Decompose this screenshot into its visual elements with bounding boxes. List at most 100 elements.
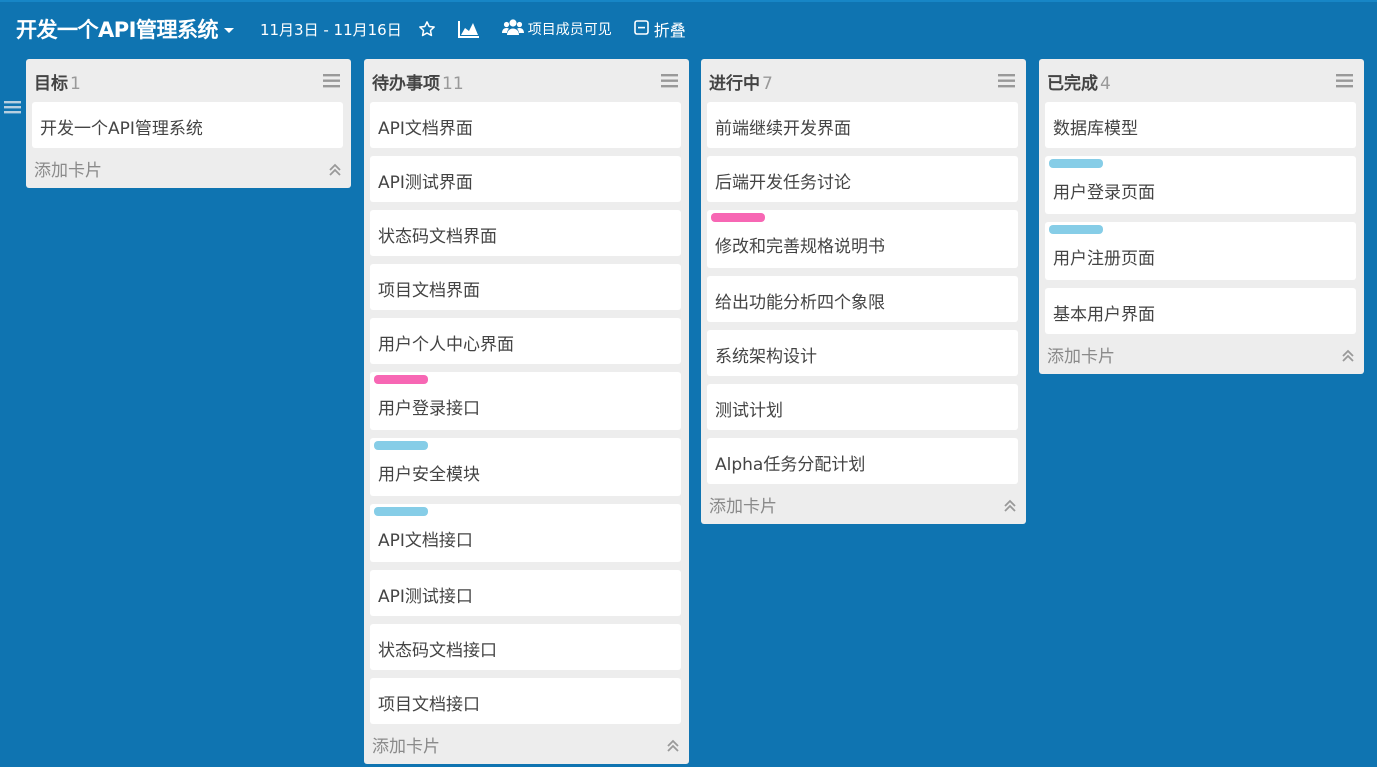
card-title: 系统架构设计	[715, 347, 817, 367]
card-title: 状态码文档接口	[378, 641, 497, 661]
card-title: 修改和完善规格说明书	[715, 237, 885, 257]
card-title: 状态码文档界面	[378, 227, 497, 247]
list-menu-icon[interactable]	[1336, 73, 1353, 92]
card-title: 项目文档界面	[378, 281, 480, 301]
card[interactable]: 系统架构设计	[707, 330, 1018, 376]
chevrons-up-icon[interactable]	[328, 162, 342, 181]
list-header: 进行中 7	[701, 59, 1026, 99]
users-icon	[501, 18, 524, 40]
list-header: 目标 1	[26, 59, 351, 99]
card-title: 给出功能分析四个象限	[715, 293, 885, 313]
list-footer: 添加卡片	[701, 492, 1026, 524]
card[interactable]: Alpha任务分配计划	[707, 438, 1018, 484]
collapse-button[interactable]: 折叠	[633, 17, 686, 41]
list-count: 7	[762, 74, 773, 94]
list-menu-icon[interactable]	[323, 73, 340, 92]
card-title: 用户登录页面	[1053, 183, 1155, 203]
card-label-blue	[1049, 159, 1103, 168]
chevrons-up-icon[interactable]	[666, 738, 680, 757]
list-header: 待办事项 11	[364, 59, 689, 99]
card[interactable]: 用户个人中心界面	[370, 318, 681, 364]
list-title: 进行中 7	[709, 74, 773, 94]
board-title: 开发一个API管理系统	[16, 18, 218, 42]
add-card-button[interactable]: 添加卡片	[1047, 342, 1115, 367]
card[interactable]: 数据库模型	[1045, 102, 1356, 148]
card-title: Alpha任务分配计划	[715, 455, 866, 475]
card-title: 用户注册页面	[1053, 249, 1155, 269]
card[interactable]: 前端继续开发界面	[707, 102, 1018, 148]
list-menu-icon[interactable]	[661, 73, 678, 92]
card-title: API文档界面	[378, 119, 473, 139]
card[interactable]: 后端开发任务讨论	[707, 156, 1018, 202]
card-title: API测试接口	[378, 587, 473, 607]
list-title: 已完成 4	[1047, 74, 1111, 94]
card-title: 项目文档接口	[378, 695, 480, 715]
card-title: 前端继续开发界面	[715, 119, 851, 139]
card[interactable]: 给出功能分析四个象限	[707, 276, 1018, 322]
card[interactable]: 测试计划	[707, 384, 1018, 430]
card-label-blue	[374, 507, 428, 516]
list-footer: 添加卡片	[1039, 342, 1364, 374]
card-title: API测试界面	[378, 173, 473, 193]
card[interactable]: 状态码文档界面	[370, 210, 681, 256]
date-range: 11月3日 - 11月16日	[259, 20, 402, 39]
card[interactable]: 项目文档接口	[370, 678, 681, 724]
card-title: 用户个人中心界面	[378, 335, 514, 355]
list-footer: 添加卡片	[26, 156, 351, 188]
card-container: 前端继续开发界面 后端开发任务讨论修改和完善规格说明书 给出功能分析四个象限 系统架构…	[701, 99, 1026, 484]
list-done: 已完成 4 数据库模型用户登录页面 用户注册页面 基本用户界面 添加卡片	[1039, 59, 1364, 374]
card[interactable]: API测试界面	[370, 156, 681, 202]
card[interactable]: 状态码文档接口	[370, 624, 681, 670]
card[interactable]: API测试接口	[370, 570, 681, 616]
visibility-label: 项目成员可见	[527, 22, 612, 38]
chart-icon[interactable]	[457, 20, 480, 38]
star-icon[interactable]	[418, 20, 436, 38]
card-title: 数据库模型	[1053, 119, 1138, 139]
list-count: 4	[1100, 74, 1111, 94]
card-label-blue	[1049, 225, 1103, 234]
minus-square-icon	[633, 19, 649, 39]
card[interactable]: 用户登录页面	[1045, 156, 1356, 214]
card-label-pink	[374, 375, 428, 384]
card-label-blue	[374, 441, 428, 450]
card-container: 开发一个API管理系统	[26, 99, 351, 148]
list-title: 目标 1	[34, 74, 81, 94]
card[interactable]: 基本用户界面	[1045, 288, 1356, 334]
list-todo: 待办事项 11 API文档界面 API测试界面状态码文档界面 项目文档界面用户个人中心…	[364, 59, 689, 764]
list-in-progress: 进行中 7 前端继续开发界面 后端开发任务讨论修改和完善规格说明书 给出功能分析四个象…	[701, 59, 1026, 524]
card-title: 后端开发任务讨论	[715, 173, 851, 193]
add-card-button[interactable]: 添加卡片	[34, 156, 102, 181]
card-container: 数据库模型用户登录页面 用户注册页面 基本用户界面	[1039, 99, 1364, 334]
card[interactable]: API文档界面	[370, 102, 681, 148]
list-title: 待办事项 11	[372, 74, 464, 94]
list-header: 已完成 4	[1039, 59, 1364, 99]
list-count: 11	[442, 74, 464, 94]
add-card-button[interactable]: 添加卡片	[709, 492, 777, 517]
list-menu-icon[interactable]	[998, 73, 1015, 92]
card[interactable]: 用户安全模块	[370, 438, 681, 496]
board-header: 开发一个API管理系统 11月3日 - 11月16日 项目成员可见 折叠	[0, 0, 1377, 58]
card[interactable]: 用户登录接口	[370, 372, 681, 430]
card[interactable]: API文档接口	[370, 504, 681, 562]
caret-down-icon	[223, 27, 234, 33]
list-goals: 目标 1 开发一个API管理系统 添加卡片	[26, 59, 351, 188]
card[interactable]: 项目文档界面	[370, 264, 681, 310]
card-title: 用户登录接口	[378, 399, 480, 419]
card-container: API文档界面 API测试界面状态码文档界面 项目文档界面用户个人中心界面 用户登录接…	[364, 99, 689, 724]
chevrons-up-icon[interactable]	[1341, 348, 1355, 367]
card[interactable]: 用户注册页面	[1045, 222, 1356, 280]
card-label-pink	[711, 213, 765, 222]
card[interactable]: 修改和完善规格说明书	[707, 210, 1018, 268]
sidebar-menu-icon[interactable]	[4, 100, 21, 119]
card-title: 基本用户界面	[1053, 305, 1155, 325]
board-title-menu[interactable]: 开发一个API管理系统	[16, 14, 234, 44]
chevrons-up-icon[interactable]	[1003, 498, 1017, 517]
visibility-button[interactable]: 项目成员可见	[501, 18, 612, 40]
collapse-label: 折叠	[653, 21, 686, 40]
card-title: 开发一个API管理系统	[40, 119, 203, 139]
card[interactable]: 开发一个API管理系统	[32, 102, 343, 148]
list-footer: 添加卡片	[364, 732, 689, 764]
list-count: 1	[70, 74, 81, 94]
add-card-button[interactable]: 添加卡片	[372, 732, 440, 757]
card-title: 用户安全模块	[378, 465, 480, 485]
